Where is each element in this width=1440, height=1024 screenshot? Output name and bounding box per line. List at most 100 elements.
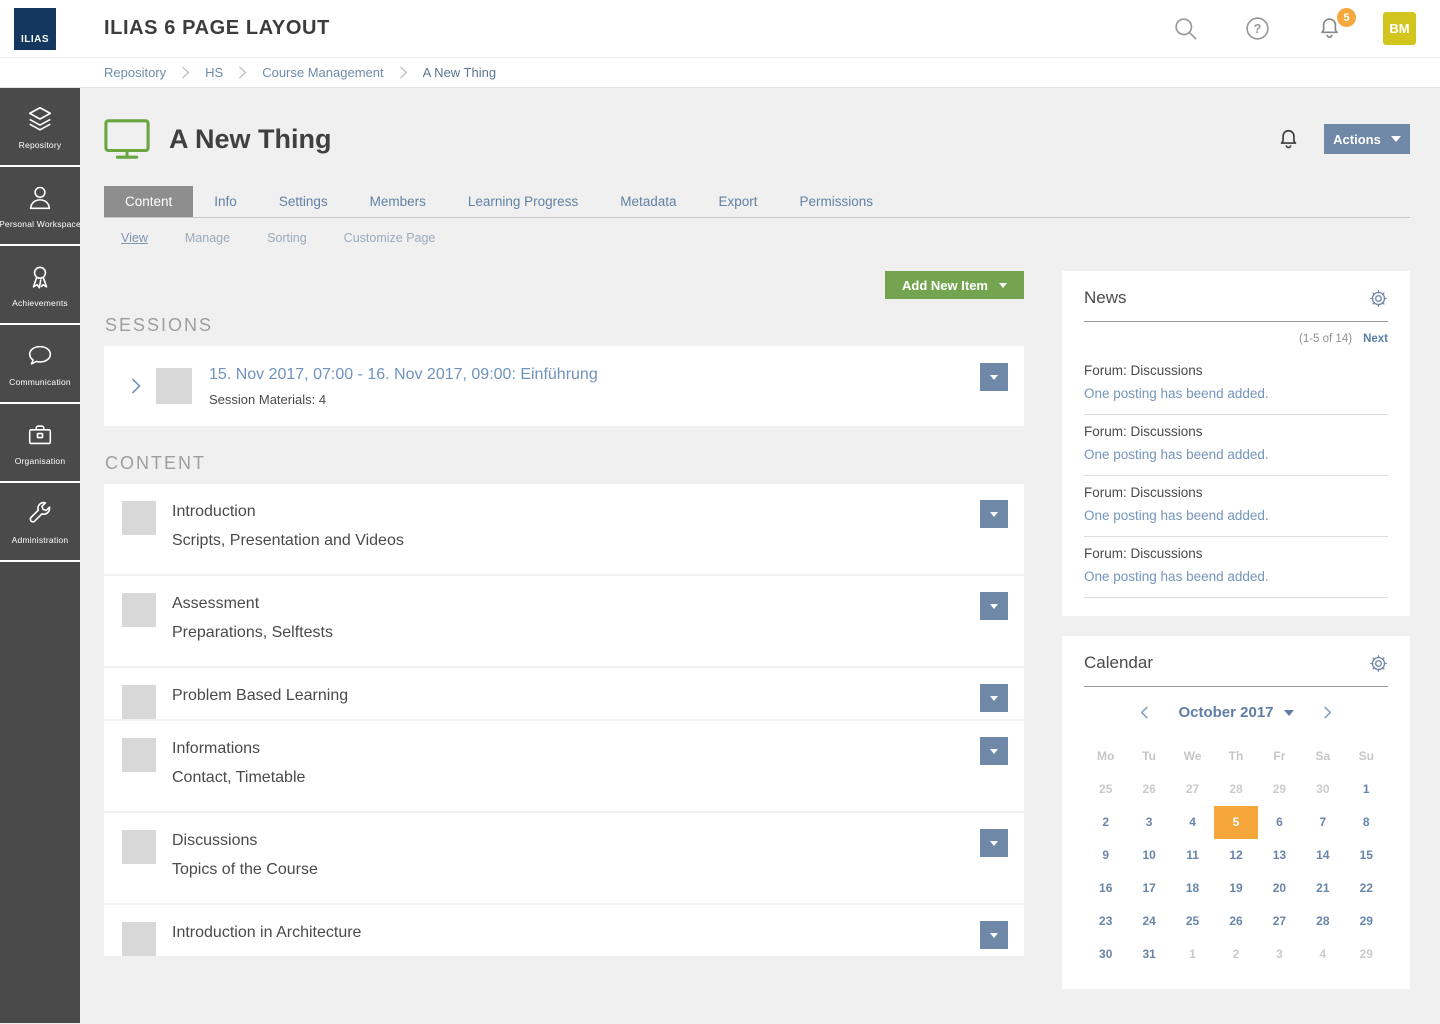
calendar-day[interactable]: 26 <box>1127 773 1170 806</box>
calendar-day[interactable]: 4 <box>1301 938 1344 971</box>
calendar-day[interactable]: 6 <box>1258 806 1301 839</box>
calendar-day[interactable]: 20 <box>1258 872 1301 905</box>
sidebar-item-personal-workspace[interactable]: Personal Workspace <box>0 167 80 246</box>
item-actions-dropdown[interactable] <box>980 829 1008 857</box>
sidebar-item-repository[interactable]: Repository <box>0 88 80 167</box>
tab-learning-progress[interactable]: Learning Progress <box>447 186 599 217</box>
calendar-month-selector[interactable]: October 2017 <box>1178 704 1293 721</box>
calendar-day[interactable]: 27 <box>1258 905 1301 938</box>
news-posting-link[interactable]: One posting has beend added. <box>1084 447 1388 462</box>
calendar-day[interactable]: 29 <box>1258 773 1301 806</box>
calendar-day[interactable]: 17 <box>1127 872 1170 905</box>
calendar-day[interactable]: 25 <box>1084 773 1127 806</box>
tab-settings[interactable]: Settings <box>258 186 349 217</box>
breadcrumb-item-repository[interactable]: Repository <box>104 65 166 80</box>
news-next-link[interactable]: Next <box>1363 333 1388 345</box>
calendar-day[interactable]: 12 <box>1214 839 1257 872</box>
sidebar-item-organisation[interactable]: Organisation <box>0 404 80 483</box>
subtab-manage[interactable]: Manage <box>185 231 230 245</box>
calendar-day[interactable]: 29 <box>1345 905 1388 938</box>
item-title-link[interactable]: Discussions <box>172 832 257 849</box>
calendar-day[interactable]: 27 <box>1171 773 1214 806</box>
page-bell-icon[interactable] <box>1276 127 1301 152</box>
help-icon[interactable]: ? <box>1244 15 1271 42</box>
calendar-next-icon[interactable] <box>1320 705 1335 720</box>
calendar-day-selected[interactable]: 5 <box>1214 806 1257 839</box>
item-actions-dropdown[interactable] <box>980 500 1008 528</box>
breadcrumb-item-course-management[interactable]: Course Management <box>262 65 383 80</box>
sidebar-item-communication[interactable]: Communication <box>0 325 80 404</box>
calendar-day[interactable]: 30 <box>1301 773 1344 806</box>
tab-content[interactable]: Content <box>104 186 193 217</box>
actions-button[interactable]: Actions <box>1324 124 1410 154</box>
calendar-day[interactable]: 11 <box>1171 839 1214 872</box>
session-actions-dropdown[interactable] <box>980 363 1008 391</box>
calendar-day[interactable]: 28 <box>1214 773 1257 806</box>
calendar-day[interactable]: 16 <box>1084 872 1127 905</box>
avatar[interactable]: BM <box>1383 12 1416 45</box>
tab-export[interactable]: Export <box>698 186 779 217</box>
calendar-day[interactable]: 7 <box>1301 806 1344 839</box>
item-title-link[interactable]: Informations <box>172 740 260 757</box>
calendar-day[interactable]: 8 <box>1345 806 1388 839</box>
subtab-view[interactable]: View <box>121 231 148 245</box>
session-title-link[interactable]: 15. Nov 2017, 07:00 - 16. Nov 2017, 09:0… <box>209 366 598 384</box>
calendar-day[interactable]: 4 <box>1171 806 1214 839</box>
news-posting-link[interactable]: One posting has beend added. <box>1084 386 1388 401</box>
calendar-day[interactable]: 23 <box>1084 905 1127 938</box>
calendar-day[interactable]: 31 <box>1127 938 1170 971</box>
expand-chevron-icon[interactable] <box>127 377 145 395</box>
calendar-day[interactable]: 24 <box>1127 905 1170 938</box>
item-actions-dropdown[interactable] <box>980 921 1008 949</box>
tab-metadata[interactable]: Metadata <box>599 186 697 217</box>
tab-members[interactable]: Members <box>349 186 447 217</box>
news-posting-link[interactable]: One posting has beend added. <box>1084 508 1388 523</box>
calendar-day[interactable]: 9 <box>1084 839 1127 872</box>
breadcrumb-item-a-new-thing[interactable]: A New Thing <box>423 65 496 80</box>
item-text-block: AssessmentPreparations, Selftests <box>172 592 333 666</box>
subtab-customize-page[interactable]: Customize Page <box>344 231 436 245</box>
calendar-day[interactable]: 26 <box>1214 905 1257 938</box>
calendar-day[interactable]: 14 <box>1301 839 1344 872</box>
calendar-day[interactable]: 2 <box>1214 938 1257 971</box>
notifications-bell-icon[interactable]: 5 <box>1316 15 1343 42</box>
breadcrumb-item-hs[interactable]: HS <box>205 65 223 80</box>
item-title-link[interactable]: Assessment <box>172 595 259 612</box>
item-title-link[interactable]: Introduction in Architecture <box>172 924 361 941</box>
sidebar-item-label: Repository <box>19 140 62 150</box>
calendar-day[interactable]: 22 <box>1345 872 1388 905</box>
tab-permissions[interactable]: Permissions <box>779 186 895 217</box>
calendar-day[interactable]: 28 <box>1301 905 1344 938</box>
sidebar-item-administration[interactable]: Administration <box>0 483 80 562</box>
add-new-item-button[interactable]: Add New Item <box>885 271 1024 299</box>
calendar-prev-icon[interactable] <box>1137 705 1152 720</box>
calendar-day[interactable]: 1 <box>1345 773 1388 806</box>
item-title-link[interactable]: Problem Based Learning <box>172 687 348 704</box>
subtab-sorting[interactable]: Sorting <box>267 231 307 245</box>
calendar-day[interactable]: 3 <box>1127 806 1170 839</box>
news-entry: Forum: DiscussionsOne posting has beend … <box>1084 537 1388 598</box>
calendar-day[interactable]: 18 <box>1171 872 1214 905</box>
news-posting-link[interactable]: One posting has beend added. <box>1084 569 1388 584</box>
calendar-day[interactable]: 25 <box>1171 905 1214 938</box>
calendar-day[interactable]: 15 <box>1345 839 1388 872</box>
calendar-day[interactable]: 13 <box>1258 839 1301 872</box>
item-actions-dropdown[interactable] <box>980 737 1008 765</box>
calendar-day[interactable]: 30 <box>1084 938 1127 971</box>
calendar-day[interactable]: 3 <box>1258 938 1301 971</box>
item-actions-dropdown[interactable] <box>980 684 1008 712</box>
item-actions-dropdown[interactable] <box>980 592 1008 620</box>
calendar-settings-gear-icon[interactable] <box>1369 654 1388 673</box>
calendar-day[interactable]: 21 <box>1301 872 1344 905</box>
calendar-day[interactable]: 2 <box>1084 806 1127 839</box>
calendar-day[interactable]: 19 <box>1214 872 1257 905</box>
calendar-day[interactable]: 10 <box>1127 839 1170 872</box>
news-settings-gear-icon[interactable] <box>1369 289 1388 308</box>
sidebar-item-achievements[interactable]: Achievements <box>0 246 80 325</box>
calendar-day[interactable]: 29 <box>1345 938 1388 971</box>
ilias-logo[interactable]: ILIAS <box>14 8 56 50</box>
calendar-day[interactable]: 1 <box>1171 938 1214 971</box>
item-title-link[interactable]: Introduction <box>172 503 256 520</box>
tab-info[interactable]: Info <box>193 186 258 217</box>
search-icon[interactable] <box>1172 15 1199 42</box>
